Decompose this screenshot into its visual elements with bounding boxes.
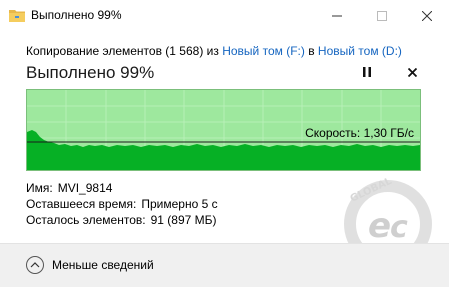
cancel-icon — [407, 67, 417, 77]
time-remaining-row: Оставшееся время: Примерно 5 с — [26, 197, 218, 211]
destination-link[interactable]: Новый том (D:) — [318, 44, 402, 58]
svg-text:e: e — [368, 206, 391, 246]
time-remaining-value: Примерно 5 с — [141, 197, 218, 211]
maximize-button[interactable] — [359, 0, 404, 31]
cancel-button[interactable] — [404, 64, 420, 80]
copy-prefix: Копирование элементов (1 568) из — [26, 44, 223, 58]
file-name-value: MVI_9814 — [57, 181, 113, 195]
maximize-icon — [376, 10, 387, 21]
svg-text:c: c — [390, 210, 408, 245]
close-button[interactable] — [404, 0, 449, 31]
minimize-button[interactable] — [314, 0, 359, 31]
less-details-label: Меньше сведений — [52, 258, 154, 272]
pause-button[interactable] — [359, 64, 375, 80]
items-remaining-value: 91 (897 МБ) — [150, 213, 217, 227]
chevron-up-icon — [26, 256, 44, 274]
file-name-row: Имя: MVI_9814 — [26, 181, 112, 195]
speed-label: Скорость: 1,30 ГБ/с — [305, 126, 414, 140]
copy-description: Копирование элементов (1 568) из Новый т… — [26, 44, 402, 58]
items-remaining-row: Осталось элементов: 91 (897 МБ) — [26, 213, 217, 227]
title-bar[interactable]: Выполнено 99% — [0, 0, 449, 31]
time-remaining-label: Оставшееся время: — [26, 197, 137, 211]
less-details-button[interactable]: Меньше сведений — [26, 256, 154, 274]
footer: Меньше сведений — [0, 244, 449, 287]
source-link[interactable]: Новый том (F:) — [222, 44, 305, 58]
copy-middle: в — [304, 44, 318, 58]
items-remaining-label: Осталось элементов: — [26, 213, 146, 227]
folder-icon — [9, 9, 25, 22]
close-icon — [421, 10, 432, 21]
window-title: Выполнено 99% — [31, 8, 122, 22]
minimize-icon — [331, 15, 342, 16]
progress-title: Выполнено 99% — [26, 63, 155, 82]
file-name-label: Имя: — [26, 181, 53, 195]
pause-icon — [363, 67, 371, 77]
speed-graph: Скорость: 1,30 ГБ/с — [26, 89, 421, 171]
